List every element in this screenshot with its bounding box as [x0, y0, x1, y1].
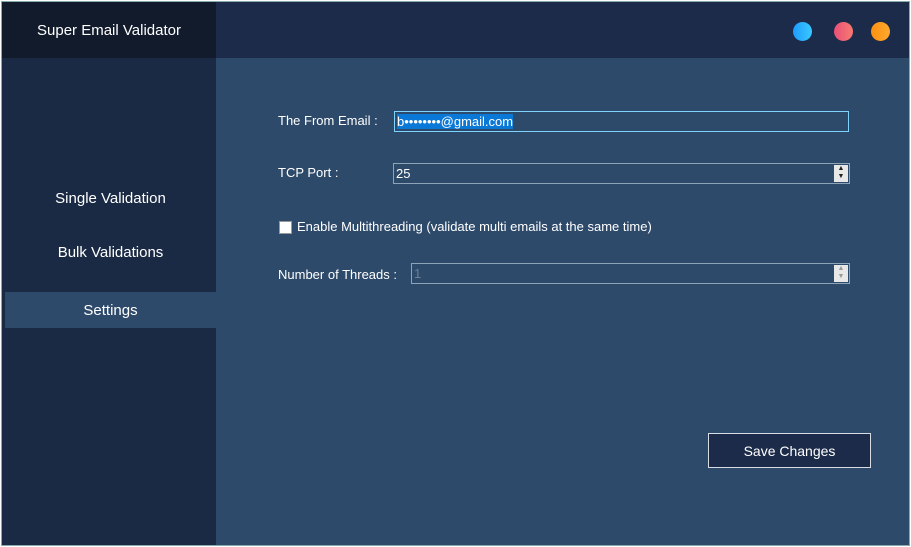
from-email-label: The From Email :: [278, 113, 378, 128]
threads-label: Number of Threads :: [278, 267, 397, 282]
threads-value: 1: [414, 266, 422, 281]
sidebar-item-settings[interactable]: Settings: [5, 292, 216, 328]
threads-stepper[interactable]: 1 ▲ ▼: [411, 263, 850, 284]
spin-buttons[interactable]: ▲ ▼: [834, 165, 848, 182]
tcp-port-label: TCP Port :: [278, 165, 339, 180]
sidebar-item-single-validation[interactable]: Single Validation: [5, 180, 216, 216]
app-window: Super Email Validator Single Validation …: [1, 1, 910, 546]
sidebar: Single Validation Bulk Validations Setti…: [2, 58, 216, 545]
multithreading-label[interactable]: Enable Multithreading (validate multi em…: [297, 219, 652, 234]
from-email-value: b••••••••@gmail.com: [397, 114, 514, 129]
sidebar-item-bulk-validations[interactable]: Bulk Validations: [5, 234, 216, 270]
top-bar: [216, 2, 909, 58]
red-dot-button[interactable]: [834, 22, 853, 41]
save-changes-button[interactable]: Save Changes: [708, 433, 871, 468]
multithreading-checkbox[interactable]: [279, 221, 292, 234]
blue-dot-button[interactable]: [793, 22, 812, 41]
from-email-input[interactable]: b••••••••@gmail.com: [394, 111, 849, 132]
app-title: Super Email Validator: [2, 2, 216, 58]
tcp-port-value: 25: [396, 166, 411, 181]
tcp-port-stepper[interactable]: 25 ▲ ▼: [393, 163, 850, 184]
spin-buttons[interactable]: ▲ ▼: [834, 265, 848, 282]
orange-dot-button[interactable]: [871, 22, 890, 41]
